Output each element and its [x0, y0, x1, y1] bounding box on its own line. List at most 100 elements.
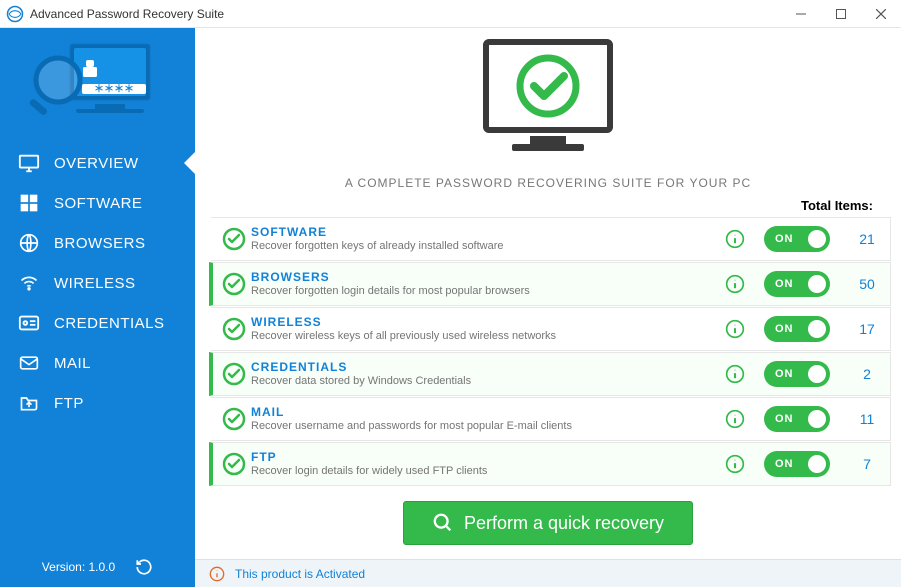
- status-text: This product is Activated: [235, 567, 365, 581]
- toggle-knob: [808, 455, 826, 473]
- item-count: 50: [844, 276, 890, 292]
- category-desc: Recover username and passwords for most …: [251, 420, 712, 434]
- toggle-switch[interactable]: ON: [764, 226, 830, 252]
- mail-icon: [18, 352, 40, 374]
- check-icon: [217, 272, 251, 296]
- window-buttons: [781, 0, 901, 28]
- category-title: CREDENTIALS: [251, 360, 712, 375]
- nav-label: SOFTWARE: [54, 195, 142, 212]
- category-row-credentials: CREDENTIALS Recover data stored by Windo…: [209, 352, 891, 396]
- window-title: Advanced Password Recovery Suite: [30, 7, 781, 21]
- category-title: BROWSERS: [251, 270, 712, 285]
- toggle-label: ON: [775, 458, 794, 470]
- category-desc: Recover forgotten login details for most…: [251, 285, 712, 299]
- monitor-check-icon: [468, 36, 628, 166]
- nav-label: OVERVIEW: [54, 155, 139, 172]
- sidebar-hero-image: ＊＊＊＊: [0, 28, 195, 143]
- wifi-icon: [18, 272, 40, 294]
- category-desc: Recover forgotten keys of already instal…: [251, 240, 712, 254]
- sidebar-footer: Version: 1.0.0: [0, 547, 195, 587]
- info-button[interactable]: [720, 229, 750, 249]
- sidebar: ＊＊＊＊ OVERVIEW SOFTWARE BROWSERS WIRELESS: [0, 28, 195, 587]
- toggle-label: ON: [775, 278, 794, 290]
- category-title: FTP: [251, 450, 712, 465]
- nav-label: BROWSERS: [54, 235, 146, 252]
- nav-item-ftp[interactable]: FTP: [0, 383, 195, 423]
- info-button[interactable]: [720, 274, 750, 294]
- check-icon: [217, 407, 251, 431]
- nav-label: FTP: [54, 395, 84, 412]
- total-items-label: Total Items:: [801, 198, 873, 213]
- nav-item-credentials[interactable]: CREDENTIALS: [0, 303, 195, 343]
- toggle-knob: [808, 365, 826, 383]
- id-card-icon: [18, 312, 40, 334]
- category-list: SOFTWARE Recover forgotten keys of alrea…: [195, 217, 901, 487]
- nav-item-wireless[interactable]: WIRELESS: [0, 263, 195, 303]
- item-count: 7: [844, 456, 890, 472]
- toggle-switch[interactable]: ON: [764, 406, 830, 432]
- category-row-browsers: BROWSERS Recover forgotten login details…: [209, 262, 891, 306]
- check-icon: [217, 362, 251, 386]
- category-desc: Recover wireless keys of all previously …: [251, 330, 712, 344]
- version-label: Version: 1.0.0: [42, 560, 115, 574]
- info-button[interactable]: [720, 319, 750, 339]
- magnifier-icon: [432, 512, 454, 534]
- item-count: 2: [844, 366, 890, 382]
- nav-item-overview[interactable]: OVERVIEW: [0, 143, 195, 183]
- maximize-button[interactable]: [821, 0, 861, 28]
- category-row-software: SOFTWARE Recover forgotten keys of alrea…: [209, 217, 891, 261]
- nav-label: MAIL: [54, 355, 91, 372]
- action-label: Perform a quick recovery: [464, 513, 664, 534]
- nav-label: CREDENTIALS: [54, 315, 165, 332]
- category-row-wireless: WIRELESS Recover wireless keys of all pr…: [209, 307, 891, 351]
- check-icon: [217, 317, 251, 341]
- category-row-mail: MAIL Recover username and passwords for …: [209, 397, 891, 441]
- main-panel: A COMPLETE PASSWORD RECOVERING SUITE FOR…: [195, 28, 901, 587]
- toggle-label: ON: [775, 413, 794, 425]
- statusbar: This product is Activated: [195, 559, 901, 587]
- info-icon: [209, 566, 225, 582]
- refresh-button[interactable]: [135, 558, 153, 576]
- toggle-knob: [808, 410, 826, 428]
- toggle-switch[interactable]: ON: [764, 316, 830, 342]
- category-title: MAIL: [251, 405, 712, 420]
- toggle-label: ON: [775, 368, 794, 380]
- info-button[interactable]: [720, 454, 750, 474]
- perform-recovery-button[interactable]: Perform a quick recovery: [403, 501, 693, 545]
- category-row-ftp: FTP Recover login details for widely use…: [209, 442, 891, 486]
- info-button[interactable]: [720, 409, 750, 429]
- toggle-knob: [808, 230, 826, 248]
- app-icon: [6, 5, 24, 23]
- svg-text:＊＊＊＊: ＊＊＊＊: [94, 83, 134, 95]
- tagline: A COMPLETE PASSWORD RECOVERING SUITE FOR…: [345, 176, 751, 190]
- toggle-switch[interactable]: ON: [764, 361, 830, 387]
- nav-item-software[interactable]: SOFTWARE: [0, 183, 195, 223]
- nav-list: OVERVIEW SOFTWARE BROWSERS WIRELESS CRED…: [0, 143, 195, 423]
- category-title: WIRELESS: [251, 315, 712, 330]
- folder-icon: [18, 392, 40, 414]
- info-button[interactable]: [720, 364, 750, 384]
- close-button[interactable]: [861, 0, 901, 28]
- total-items-header: Total Items:: [195, 198, 901, 217]
- toggle-knob: [808, 320, 826, 338]
- minimize-button[interactable]: [781, 0, 821, 28]
- nav-item-mail[interactable]: MAIL: [0, 343, 195, 383]
- category-desc: Recover data stored by Windows Credentia…: [251, 375, 712, 389]
- grid-icon: [18, 192, 40, 214]
- monitor-icon: [18, 152, 40, 174]
- check-icon: [217, 227, 251, 251]
- titlebar: Advanced Password Recovery Suite: [0, 0, 901, 28]
- nav-item-browsers[interactable]: BROWSERS: [0, 223, 195, 263]
- toggle-label: ON: [775, 233, 794, 245]
- item-count: 11: [844, 411, 890, 427]
- globe-icon: [18, 232, 40, 254]
- item-count: 21: [844, 231, 890, 247]
- category-title: SOFTWARE: [251, 225, 712, 240]
- nav-label: WIRELESS: [54, 275, 136, 292]
- toggle-label: ON: [775, 323, 794, 335]
- category-desc: Recover login details for widely used FT…: [251, 465, 712, 479]
- hero-area: A COMPLETE PASSWORD RECOVERING SUITE FOR…: [195, 28, 901, 198]
- item-count: 17: [844, 321, 890, 337]
- toggle-switch[interactable]: ON: [764, 451, 830, 477]
- toggle-switch[interactable]: ON: [764, 271, 830, 297]
